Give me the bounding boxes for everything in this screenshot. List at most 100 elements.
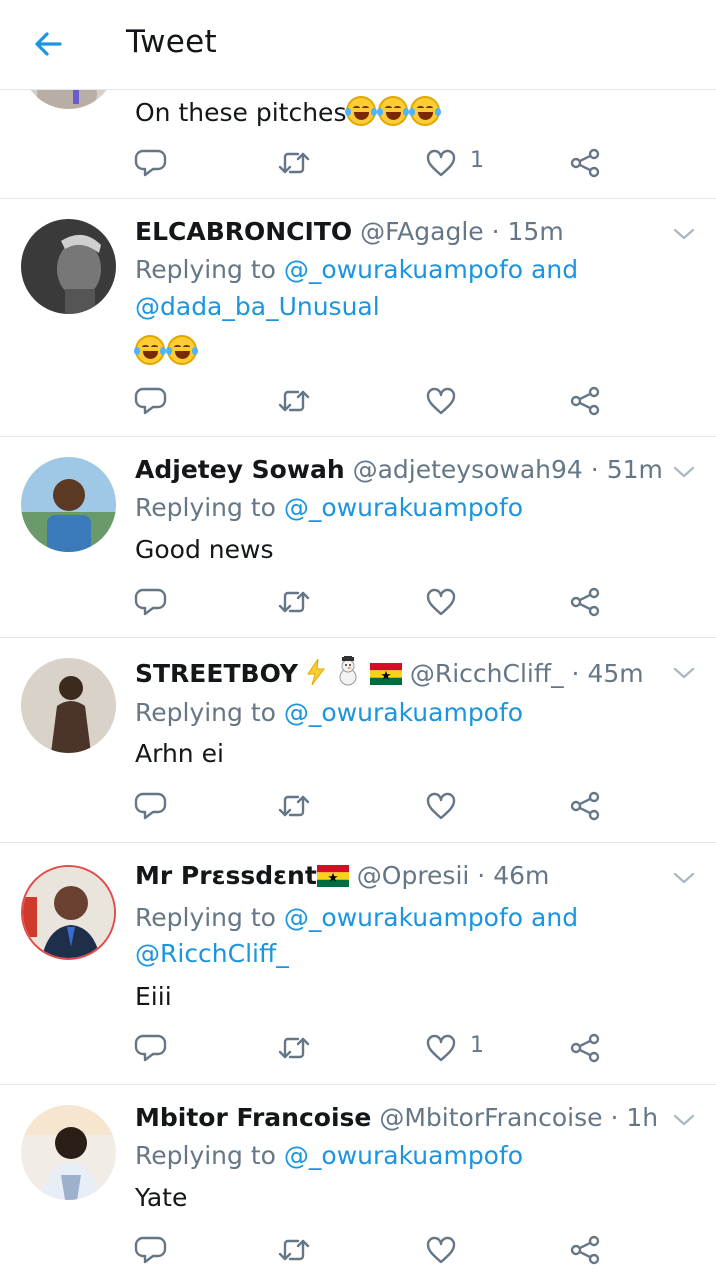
like-count: 1 — [470, 148, 484, 173]
reply-icon[interactable] — [134, 384, 168, 418]
like-icon[interactable] — [424, 585, 458, 619]
reply-tweet[interactable]: ELCABRONCITO @FAgagle · 15m Replying to … — [0, 199, 716, 437]
mention-link[interactable]: @_owurakuampofo — [284, 903, 523, 932]
retweet-icon[interactable] — [277, 146, 311, 180]
like-icon[interactable] — [424, 1233, 458, 1267]
chevron-down-icon[interactable] — [672, 665, 696, 681]
reply-icon[interactable] — [134, 585, 168, 619]
tweet-header-line: Mr Prɛssdɛnt @Opresii · 46m — [135, 861, 549, 893]
replying-prefix: Replying to — [135, 493, 276, 522]
timestamp: 51m — [606, 455, 663, 484]
display-name[interactable]: ELCABRONCITO — [135, 217, 352, 246]
mention-link[interactable]: @RicchCliff_ — [135, 939, 289, 968]
joy-emoji — [134, 335, 199, 366]
chevron-down-icon[interactable] — [672, 1112, 696, 1128]
like-icon[interactable] — [424, 1031, 458, 1065]
retweet-icon[interactable] — [277, 585, 311, 619]
avatar[interactable] — [21, 658, 116, 753]
retweet-icon[interactable] — [277, 384, 311, 418]
like-icon[interactable] — [424, 789, 458, 823]
tweet-actions — [0, 585, 716, 625]
tweet-text: Eiii — [135, 982, 172, 1011]
tweet-actions — [0, 789, 716, 829]
user-handle[interactable]: @RicchCliff_ — [410, 659, 564, 688]
mention-link[interactable]: @dada_ba_Unusual — [135, 292, 380, 321]
avatar[interactable] — [21, 865, 116, 960]
separator-dot: · — [610, 1103, 619, 1132]
conjunction: and — [531, 903, 579, 932]
top-app-bar: Tweet — [0, 0, 716, 90]
separator-dot: · — [477, 861, 486, 890]
timestamp: 46m — [493, 861, 550, 890]
timestamp: 1h — [626, 1103, 659, 1132]
back-arrow-icon[interactable] — [28, 24, 72, 64]
tweet-header-line: Adjetey Sowah @adjeteysowah94 · 51m — [135, 455, 663, 484]
separator-dot: · — [571, 659, 580, 688]
chevron-down-icon[interactable] — [672, 870, 696, 886]
share-icon[interactable] — [568, 146, 602, 180]
tweet-actions — [0, 1233, 716, 1273]
separator-dot: · — [590, 455, 599, 484]
tweet-actions: 1 — [0, 146, 716, 186]
share-icon[interactable] — [568, 1031, 602, 1065]
replying-to: Replying to @_owurakuampofo and — [135, 255, 578, 284]
display-name[interactable]: STREETBOY — [135, 659, 298, 688]
tweet-text: On these pitches — [135, 96, 442, 127]
lightning-emoji — [306, 658, 326, 692]
mention-link[interactable]: @_owurakuampofo — [284, 1141, 523, 1170]
reply-icon[interactable] — [134, 1233, 168, 1267]
replying-prefix: Replying to — [135, 903, 276, 932]
display-name[interactable]: Mr Prɛssdɛnt — [135, 861, 317, 890]
replying-to: Replying to @_owurakuampofo — [135, 1141, 523, 1170]
retweet-icon[interactable] — [277, 1233, 311, 1267]
avatar[interactable] — [21, 457, 116, 552]
like-count: 1 — [470, 1033, 484, 1058]
share-icon[interactable] — [568, 384, 602, 418]
user-handle[interactable]: @MbitorFrancoise — [379, 1103, 602, 1132]
timestamp: 15m — [507, 217, 564, 246]
share-icon[interactable] — [568, 1233, 602, 1267]
reply-tweet[interactable]: Mbitor Francoise @MbitorFrancoise · 1h R… — [0, 1085, 716, 1274]
replying-prefix: Replying to — [135, 1141, 276, 1170]
avatar[interactable] — [21, 1105, 116, 1200]
chevron-down-icon[interactable] — [672, 226, 696, 242]
share-icon[interactable] — [568, 585, 602, 619]
display-name[interactable]: Adjetey Sowah — [135, 455, 345, 484]
reply-icon[interactable] — [134, 789, 168, 823]
mention-link[interactable]: @_owurakuampofo — [284, 493, 523, 522]
reply-tweet[interactable]: STREETBOY @RicchCliff_ · 45m Replying to… — [0, 638, 716, 843]
tweet-text — [134, 335, 199, 366]
reply-icon[interactable] — [134, 146, 168, 180]
separator-dot: · — [491, 217, 500, 246]
replying-prefix: Replying to — [135, 255, 276, 284]
reply-tweet[interactable]: Mr Prɛssdɛnt @Opresii · 46m Replying to … — [0, 843, 716, 1085]
chevron-down-icon[interactable] — [672, 464, 696, 480]
share-icon[interactable] — [568, 789, 602, 823]
user-handle[interactable]: @Opresii — [357, 861, 470, 890]
tweet-text: Good news — [135, 535, 274, 564]
rolling-laughing-emoji — [345, 96, 442, 127]
user-handle[interactable]: @FAgagle — [360, 217, 484, 246]
replying-to: Replying to @_owurakuampofo — [135, 698, 523, 727]
avatar[interactable] — [21, 219, 116, 314]
like-icon[interactable] — [424, 384, 458, 418]
replying-to-cont: @dada_ba_Unusual — [135, 292, 380, 321]
replying-to: Replying to @_owurakuampofo — [135, 493, 523, 522]
reply-icon[interactable] — [134, 1031, 168, 1065]
tweet-actions: 1 — [0, 1031, 716, 1071]
mention-link[interactable]: @_owurakuampofo — [284, 255, 523, 284]
reply-tweet[interactable]: Adjetey Sowah @adjeteysowah94 · 51m Repl… — [0, 437, 716, 638]
tweet-header-line: STREETBOY @RicchCliff_ · 45m — [135, 653, 644, 692]
tweet-header-line: ELCABRONCITO @FAgagle · 15m — [135, 217, 564, 246]
retweet-icon[interactable] — [277, 1031, 311, 1065]
display-name[interactable]: Mbitor Francoise — [135, 1103, 371, 1132]
replying-to-cont: @RicchCliff_ — [135, 939, 289, 968]
snowman-emoji — [334, 653, 362, 692]
user-handle[interactable]: @adjeteysowah94 — [353, 455, 583, 484]
timestamp: 45m — [587, 659, 644, 688]
like-icon[interactable] — [424, 146, 458, 180]
mention-link[interactable]: @_owurakuampofo — [284, 698, 523, 727]
retweet-icon[interactable] — [277, 789, 311, 823]
replying-prefix: Replying to — [135, 698, 276, 727]
tweet-text: Yate — [135, 1183, 188, 1212]
